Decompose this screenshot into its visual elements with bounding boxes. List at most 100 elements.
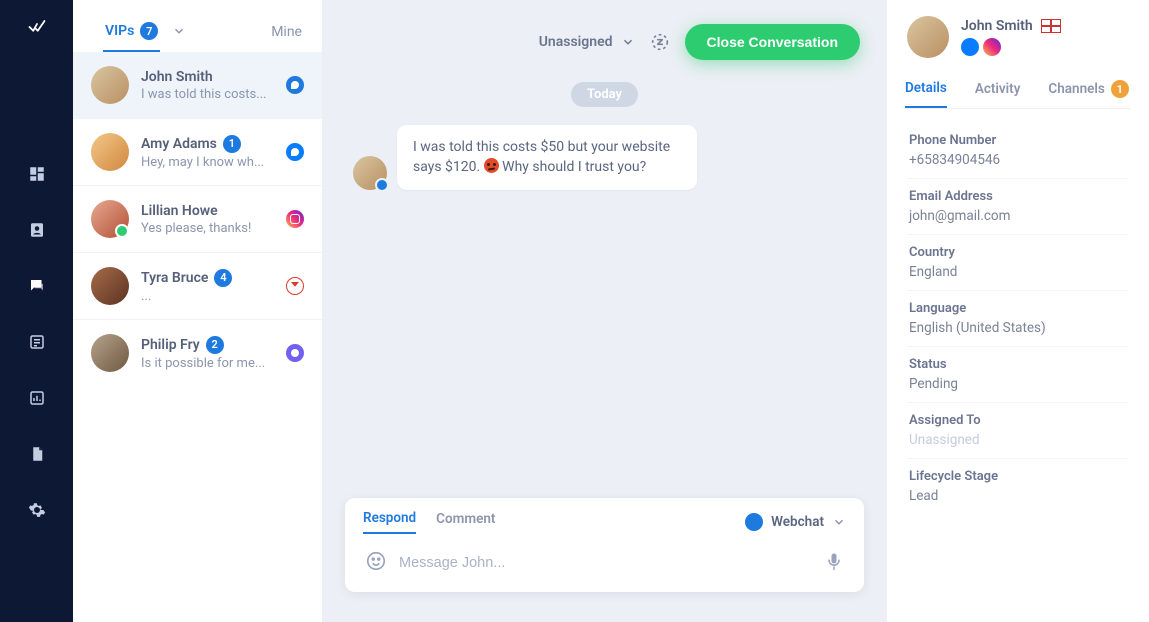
vips-count-badge: 7 bbox=[140, 22, 158, 40]
message-preview: Yes please, thanks! bbox=[141, 221, 268, 236]
contact-avatar bbox=[907, 16, 949, 58]
date-separator: Today bbox=[571, 82, 638, 107]
contact-name: John Smith bbox=[961, 18, 1033, 34]
nav-chat-icon[interactable] bbox=[19, 268, 55, 304]
emoji-button[interactable] bbox=[365, 550, 387, 576]
nav-docs-icon[interactable] bbox=[19, 436, 55, 472]
details-tab-channels[interactable]: Channels 1 bbox=[1048, 70, 1128, 108]
field-value: England bbox=[909, 264, 1127, 280]
field-label: Language bbox=[909, 301, 1127, 316]
assignment-dropdown[interactable]: Unassigned bbox=[539, 34, 635, 50]
field-email[interactable]: Email Address john@gmail.com bbox=[907, 179, 1129, 235]
instagram-icon bbox=[983, 38, 1001, 56]
conversation-meta: Tyra Bruce 4... bbox=[141, 269, 268, 304]
message-input[interactable] bbox=[399, 555, 812, 571]
contact-name: Amy Adams bbox=[141, 136, 217, 152]
voice-button[interactable] bbox=[824, 551, 844, 575]
field-phone[interactable]: Phone Number +65834904546 bbox=[907, 123, 1129, 179]
contact-channels bbox=[961, 38, 1061, 56]
smiley-icon bbox=[365, 550, 387, 572]
microphone-icon bbox=[824, 551, 844, 571]
unread-badge: 1 bbox=[223, 135, 241, 153]
contact-details-pane: John Smith Details Activity Channels 1 P… bbox=[886, 0, 1149, 622]
chevron-down-icon bbox=[832, 515, 846, 529]
contact-name: John Smith bbox=[141, 69, 213, 85]
conversation-list: VIPs 7 Mine John Smith I was told this co… bbox=[73, 0, 323, 622]
field-country[interactable]: Country England bbox=[907, 235, 1129, 291]
conversation-item[interactable]: Amy Adams 1 Hey, may I know wh... bbox=[73, 118, 322, 185]
tab-label: Mine bbox=[271, 24, 302, 40]
field-value: Unassigned bbox=[909, 432, 1127, 448]
composer-channel-label: Webchat bbox=[771, 514, 824, 530]
field-value: +65834904546 bbox=[909, 152, 1127, 168]
viber-icon bbox=[286, 344, 304, 362]
avatar bbox=[91, 66, 129, 104]
field-label: Email Address bbox=[909, 189, 1127, 204]
avatar bbox=[91, 267, 129, 305]
conversation-meta: Amy Adams 1 Hey, may I know wh... bbox=[141, 135, 268, 170]
snooze-button[interactable] bbox=[649, 31, 671, 53]
contact-name: Lillian Howe bbox=[141, 203, 218, 219]
message-preview: ... bbox=[141, 289, 268, 304]
composer: Respond Comment Webchat bbox=[345, 498, 864, 592]
conversation-meta: Lillian Howe Yes please, thanks! bbox=[141, 203, 268, 236]
webchat-icon bbox=[745, 513, 763, 531]
field-label: Status bbox=[909, 357, 1127, 372]
avatar bbox=[91, 334, 129, 372]
tabs-dropdown-icon[interactable] bbox=[172, 23, 186, 42]
close-conversation-button[interactable]: Close Conversation bbox=[685, 24, 860, 60]
message-preview: I was told this costs... bbox=[141, 87, 268, 102]
field-value: English (United States) bbox=[909, 320, 1127, 336]
field-status[interactable]: Status Pending bbox=[907, 347, 1129, 403]
field-value: john@gmail.com bbox=[909, 208, 1127, 224]
chat-pane: Unassigned Close Conversation Today I wa… bbox=[323, 0, 886, 622]
tab-vips[interactable]: VIPs 7 bbox=[103, 12, 160, 52]
unread-badge: 2 bbox=[206, 336, 224, 354]
composer-tabs: Respond Comment Webchat bbox=[363, 510, 846, 534]
contact-header: John Smith bbox=[907, 16, 1129, 58]
online-status-dot bbox=[115, 224, 129, 238]
composer-channel-picker[interactable]: Webchat bbox=[745, 513, 846, 531]
field-label: Country bbox=[909, 245, 1127, 260]
chat-header: Unassigned Close Conversation bbox=[323, 0, 886, 70]
field-label: Assigned To bbox=[909, 413, 1127, 428]
tab-mine[interactable]: Mine bbox=[269, 14, 304, 50]
message-avatar bbox=[353, 156, 387, 190]
details-tab-details[interactable]: Details bbox=[905, 70, 947, 108]
angry-emoji-icon bbox=[484, 158, 499, 173]
field-lifecycle[interactable]: Lifecycle Stage Lead bbox=[907, 459, 1129, 514]
field-value: Pending bbox=[909, 376, 1127, 392]
conversation-item[interactable]: Tyra Bruce 4... bbox=[73, 252, 322, 319]
nav-rail bbox=[0, 0, 73, 622]
message-preview: Is it possible for me... bbox=[141, 356, 268, 371]
tab-label: VIPs bbox=[105, 23, 134, 39]
messenger-icon bbox=[961, 38, 979, 56]
message-row: I was told this costs $50 but your websi… bbox=[323, 125, 886, 190]
details-tab-activity[interactable]: Activity bbox=[975, 70, 1021, 108]
conversation-item[interactable]: John Smith I was told this costs... bbox=[73, 52, 322, 118]
gmail-icon bbox=[286, 277, 304, 295]
instagram-icon bbox=[286, 210, 304, 228]
conversation-tabs: VIPs 7 Mine bbox=[73, 0, 322, 52]
england-flag-icon bbox=[1041, 19, 1061, 33]
details-tabs: Details Activity Channels 1 bbox=[905, 70, 1131, 109]
nav-list-icon[interactable] bbox=[19, 324, 55, 360]
nav-analytics-icon[interactable] bbox=[19, 380, 55, 416]
nav-settings-icon[interactable] bbox=[19, 492, 55, 528]
composer-tab-respond[interactable]: Respond bbox=[363, 510, 416, 534]
avatar bbox=[91, 133, 129, 171]
snooze-icon bbox=[649, 31, 671, 53]
conversation-item[interactable]: Philip Fry2Is it possible for me... bbox=[73, 319, 322, 386]
nav-contacts-icon[interactable] bbox=[19, 212, 55, 248]
nav-dashboard-icon[interactable] bbox=[19, 156, 55, 192]
message-preview: Hey, may I know wh... bbox=[141, 155, 268, 170]
webchat-icon bbox=[286, 76, 304, 94]
unread-badge: 4 bbox=[214, 269, 232, 287]
field-language[interactable]: Language English (United States) bbox=[907, 291, 1129, 347]
field-assigned-to[interactable]: Assigned To Unassigned bbox=[907, 403, 1129, 459]
messenger-icon bbox=[286, 143, 304, 161]
conversation-item[interactable]: Lillian Howe Yes please, thanks! bbox=[73, 185, 322, 252]
avatar bbox=[91, 200, 129, 238]
composer-tab-comment[interactable]: Comment bbox=[436, 511, 495, 533]
contact-name: Tyra Bruce bbox=[141, 270, 208, 286]
